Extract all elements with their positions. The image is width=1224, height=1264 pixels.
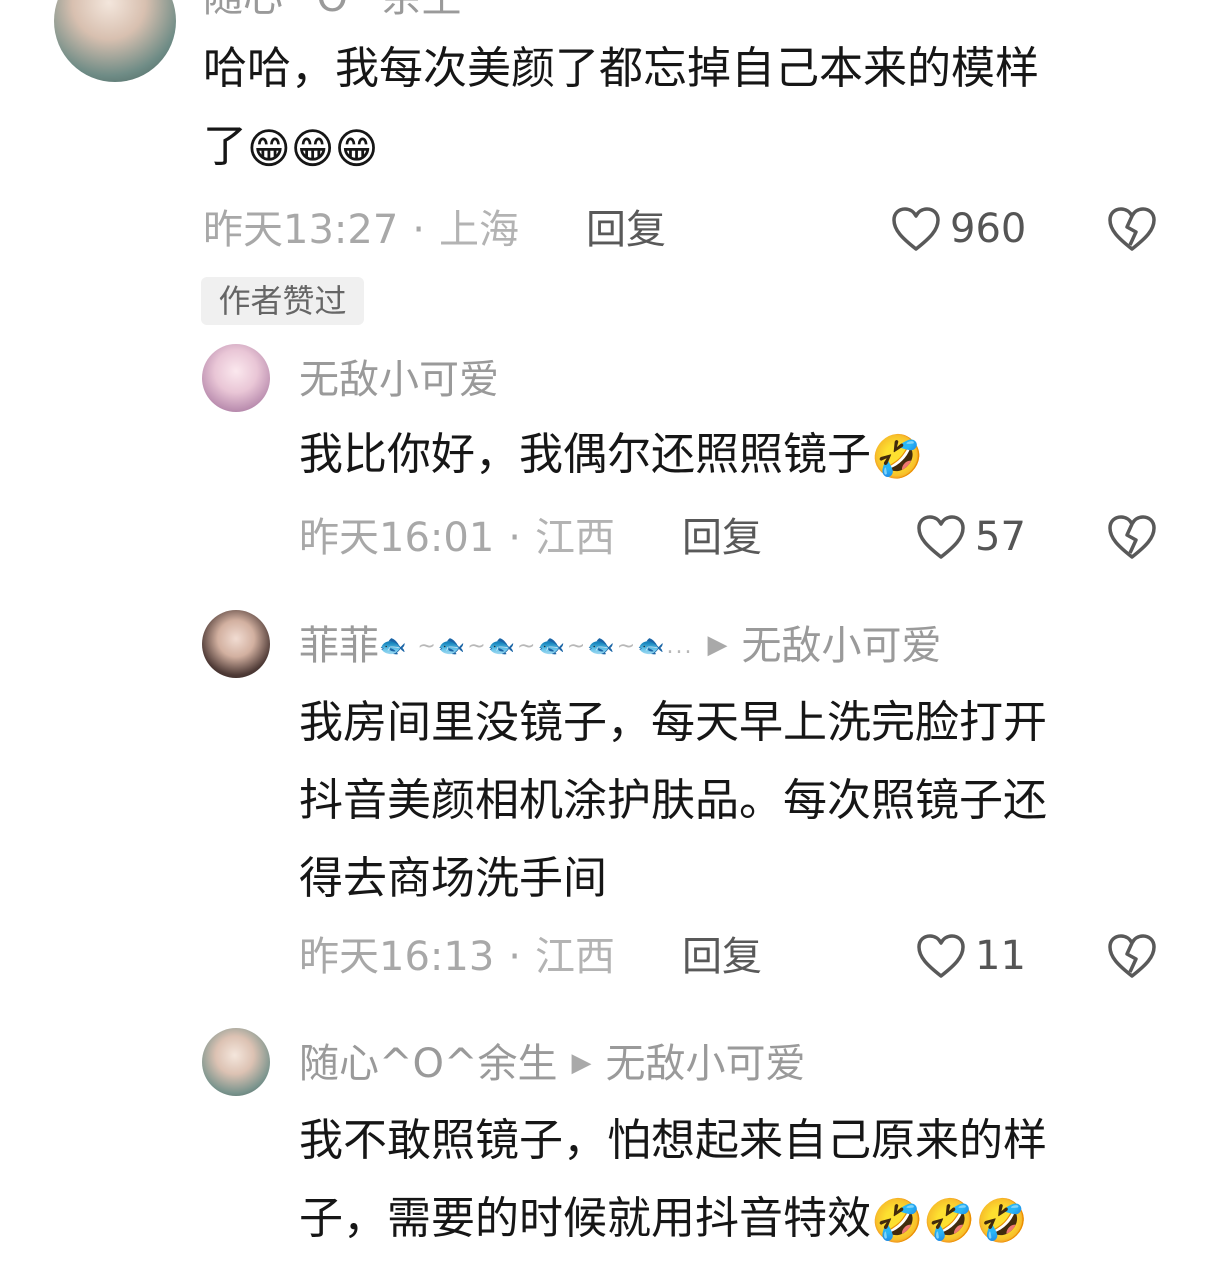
reply-1-author-name[interactable]: 无敌小可爱 xyxy=(299,360,499,400)
reply-2-line-1: 我房间里没镜子，每天早上洗完脸打开 xyxy=(299,697,1047,748)
grinning-emoji: 😁 xyxy=(334,124,379,173)
broken-heart-icon[interactable] xyxy=(1106,513,1158,561)
comment-region: 江西 xyxy=(535,515,615,561)
avatar-reply-3[interactable] xyxy=(202,1028,270,1096)
name-decoration: 🐟 ~🐟~🐟~🐟~🐟~🐟... xyxy=(379,634,694,659)
reply-3-line-1: 我不敢照镜子，怕想起来自己原来的样 xyxy=(299,1115,1047,1166)
reply-3-text: 我不敢照镜子，怕想起来自己原来的样 子，需要的时候就用抖音特效🤣🤣🤣 xyxy=(299,1102,1047,1260)
reply-button[interactable]: 回复 xyxy=(682,937,762,977)
comment-time: 昨天16:01 xyxy=(299,515,495,561)
heart-outline-icon xyxy=(892,207,940,251)
grinning-emoji: 😁 xyxy=(290,124,335,173)
like-button[interactable]: 11 xyxy=(915,932,1026,980)
play-triangle-icon: ▶ xyxy=(571,1048,592,1078)
reply-button[interactable]: 回复 xyxy=(586,210,666,250)
reply-2-text: 我房间里没镜子，每天早上洗完脸打开 抖音美颜相机涂护肤品。每次照镜子还 得去商场… xyxy=(299,684,1047,918)
like-button[interactable]: 57 xyxy=(915,513,1026,561)
comment-region: 江西 xyxy=(535,934,615,980)
reply-2-author-name[interactable]: 菲菲 xyxy=(299,623,379,669)
comment-thread: 随心^O^余生 哈哈，我每次美颜了都忘掉自己本来的模样 了😁😁😁 昨天13:27… xyxy=(0,0,1224,1264)
like-button[interactable]: 960 xyxy=(890,205,1026,253)
main-comment-line-2-text: 了 xyxy=(203,121,247,172)
heart-outline-icon xyxy=(917,515,965,559)
reply-1-line-1: 我比你好，我偶尔还照照镜子 xyxy=(299,429,871,480)
avatar-reply-2[interactable] xyxy=(202,610,270,678)
reply-1-text: 我比你好，我偶尔还照照镜子🤣 xyxy=(299,416,923,496)
main-comment-line-1: 哈哈，我每次美颜了都忘掉自己本来的模样 xyxy=(203,43,1039,94)
reply-2-line-2: 抖音美颜相机涂护肤品。每次照镜子还 xyxy=(299,775,1047,826)
like-count: 57 xyxy=(975,514,1026,560)
main-comment-meta: 昨天13:27 · 上海 xyxy=(203,207,519,253)
main-commenter-name[interactable]: 随心^O^余生 xyxy=(203,0,462,18)
reply-3-author-name[interactable]: 随心^O^余生 xyxy=(299,1041,558,1087)
main-comment-text: 哈哈，我每次美颜了都忘掉自己本来的模样 了😁😁😁 xyxy=(203,30,1039,188)
reply-to-name[interactable]: 无敌小可爱 xyxy=(606,1041,806,1087)
reply-2-meta: 昨天16:13 · 江西 xyxy=(299,934,615,980)
author-liked-badge: 作者赞过 xyxy=(201,277,364,325)
grinning-emoji: 😁 xyxy=(247,124,291,173)
heart-outline-icon xyxy=(917,934,965,978)
reply-1-meta: 昨天16:01 · 江西 xyxy=(299,515,615,561)
rofl-emoji: 🤣 xyxy=(923,1196,976,1245)
reply-3-line-2: 子，需要的时候就用抖音特效 xyxy=(299,1193,871,1244)
avatar-reply-1[interactable] xyxy=(202,344,270,412)
rofl-emoji: 🤣 xyxy=(975,1196,1028,1245)
broken-heart-icon[interactable] xyxy=(1106,205,1158,253)
reply-2-author-line: 菲菲🐟 ~🐟~🐟~🐟~🐟~🐟... ▶ 无敌小可爱 xyxy=(299,626,942,666)
reply-2-line-3: 得去商场洗手间 xyxy=(299,853,607,904)
like-count: 11 xyxy=(975,933,1026,979)
comment-time: 昨天16:13 xyxy=(299,934,495,980)
rofl-emoji: 🤣 xyxy=(871,1196,924,1245)
reply-3-author-line: 随心^O^余生 ▶ 无敌小可爱 xyxy=(299,1044,806,1084)
like-count: 960 xyxy=(950,206,1027,252)
rofl-emoji: 🤣 xyxy=(871,432,924,481)
play-triangle-icon: ▶ xyxy=(707,630,728,660)
reply-button[interactable]: 回复 xyxy=(682,518,762,558)
comment-time: 昨天13:27 xyxy=(203,207,399,253)
main-comment-line-2: 了😁😁😁 xyxy=(203,108,1039,188)
broken-heart-icon[interactable] xyxy=(1106,932,1158,980)
comment-region: 上海 xyxy=(439,207,519,253)
reply-to-name[interactable]: 无敌小可爱 xyxy=(742,623,942,669)
avatar-main-commenter[interactable] xyxy=(54,0,176,82)
